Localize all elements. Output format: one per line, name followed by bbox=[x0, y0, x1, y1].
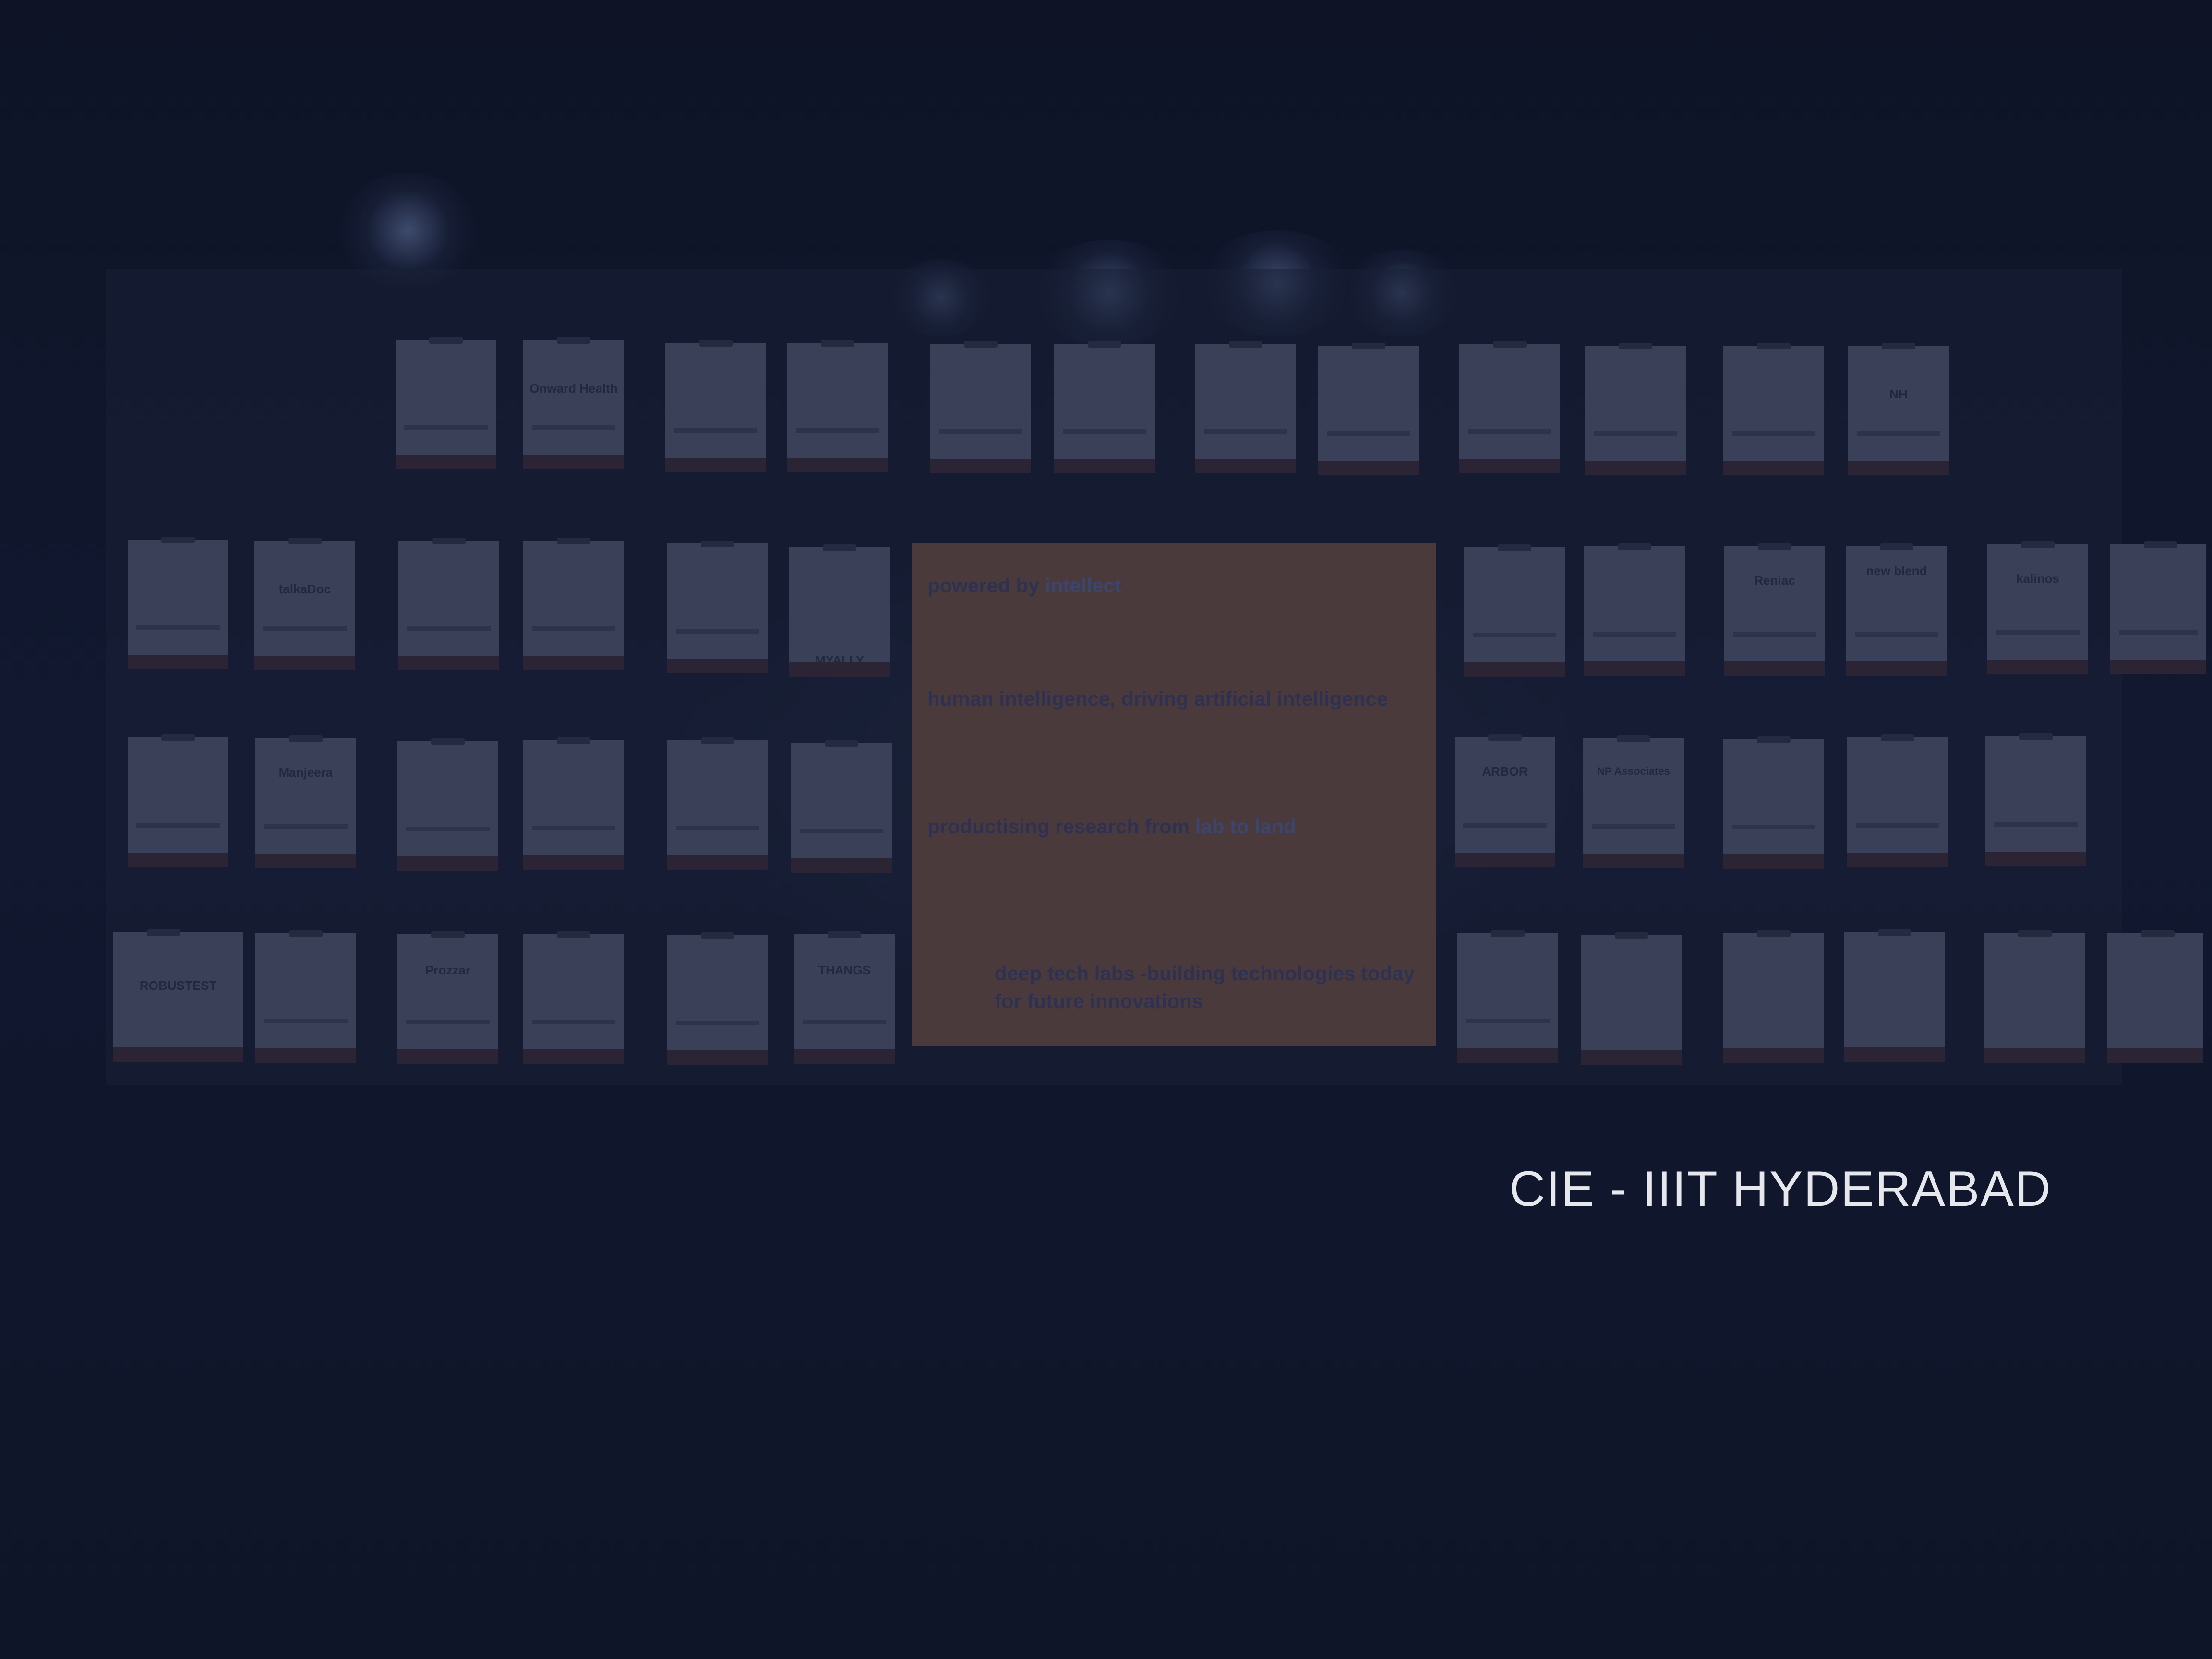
startup-card bbox=[1984, 930, 2085, 1063]
startup-card bbox=[667, 541, 768, 673]
photo-scene: Onward Health NH talkaDoc MYALLY Reniac … bbox=[0, 0, 2212, 1659]
startup-card bbox=[1318, 343, 1419, 475]
startup-card bbox=[1459, 341, 1560, 473]
panel-highlight-text: intellect bbox=[1045, 574, 1121, 597]
card-logo-text: kalinos bbox=[2016, 571, 2059, 586]
startup-card bbox=[523, 737, 624, 870]
startup-card: NH bbox=[1848, 343, 1949, 475]
startup-card: Manjeera bbox=[255, 735, 356, 868]
startup-card bbox=[1723, 930, 1824, 1063]
startup-card: new blend bbox=[1846, 543, 1947, 676]
caption-title: CIE - IIIT HYDERABAD bbox=[1509, 1161, 2052, 1217]
startup-card bbox=[255, 930, 356, 1063]
startup-card bbox=[128, 734, 228, 867]
startup-card bbox=[667, 932, 768, 1065]
card-logo-text: THANGS bbox=[818, 963, 871, 977]
startup-card bbox=[1584, 543, 1685, 676]
startup-card bbox=[2107, 930, 2203, 1063]
startup-card bbox=[397, 738, 498, 871]
startup-card bbox=[787, 340, 888, 472]
startup-card bbox=[930, 341, 1031, 473]
startup-card bbox=[1054, 341, 1155, 473]
startup-card: kalinos bbox=[1987, 541, 2088, 674]
startup-card bbox=[1723, 343, 1824, 475]
card-logo-text: Manjeera bbox=[278, 765, 333, 780]
startup-card bbox=[523, 538, 624, 670]
startup-card bbox=[1985, 733, 2086, 866]
card-logo-text: ARBOR bbox=[1482, 764, 1528, 779]
startup-card: THANGS bbox=[794, 931, 895, 1064]
startup-card bbox=[398, 538, 499, 670]
startup-card: ROBUSTEST bbox=[113, 929, 243, 1062]
startup-card bbox=[1844, 929, 1945, 1062]
panel-line-productising: productising research from lab to land bbox=[927, 815, 1296, 838]
startup-card bbox=[523, 931, 624, 1064]
startup-card bbox=[1464, 544, 1565, 677]
intellect-panel: powered by intellect human intelligence,… bbox=[912, 543, 1436, 1046]
panel-highlight-text: lab to land bbox=[1195, 815, 1296, 838]
panel-line-future-innovations: for future innovations bbox=[995, 990, 1203, 1012]
card-logo-text: Prozzar bbox=[425, 963, 470, 977]
startup-card bbox=[128, 537, 228, 669]
startup-card bbox=[396, 337, 496, 469]
startup-card bbox=[667, 737, 768, 870]
startup-card: Reniac bbox=[1724, 543, 1825, 676]
startup-card: Onward Health bbox=[523, 337, 624, 469]
panel-text: productising research from bbox=[927, 815, 1190, 838]
startup-card bbox=[665, 340, 766, 472]
startup-card bbox=[2110, 541, 2206, 674]
startup-card: Prozzar bbox=[397, 931, 498, 1064]
panel-line-powered-by: powered by intellect bbox=[927, 574, 1121, 597]
card-logo-text: new blend bbox=[1866, 564, 1927, 578]
panel-line-deep-tech: deep tech labs -building technologies to… bbox=[995, 962, 1415, 985]
card-logo-text: Onward Health bbox=[529, 381, 618, 396]
card-logo-text: Reniac bbox=[1754, 573, 1795, 588]
panel-line-human-intelligence: human intelligence, driving artificial i… bbox=[927, 687, 1388, 710]
card-logo-text: NH bbox=[1889, 387, 1908, 401]
startup-card bbox=[1195, 341, 1296, 473]
startup-card: MYALLY bbox=[789, 544, 890, 677]
startup-card bbox=[1457, 930, 1558, 1063]
startup-card bbox=[1581, 932, 1682, 1065]
startup-card bbox=[1585, 343, 1686, 475]
startup-card bbox=[1847, 734, 1948, 867]
panel-text: powered by bbox=[927, 574, 1040, 597]
startup-card: NP Associates bbox=[1583, 735, 1684, 868]
startup-card bbox=[1723, 736, 1824, 869]
card-logo-text: NP Associates bbox=[1597, 765, 1670, 777]
startup-card: talkaDoc bbox=[254, 538, 355, 670]
startup-card: ARBOR bbox=[1455, 734, 1555, 867]
card-logo-text: talkaDoc bbox=[278, 582, 331, 596]
startup-card bbox=[791, 740, 892, 873]
card-logo-text: ROBUSTEST bbox=[139, 978, 217, 993]
